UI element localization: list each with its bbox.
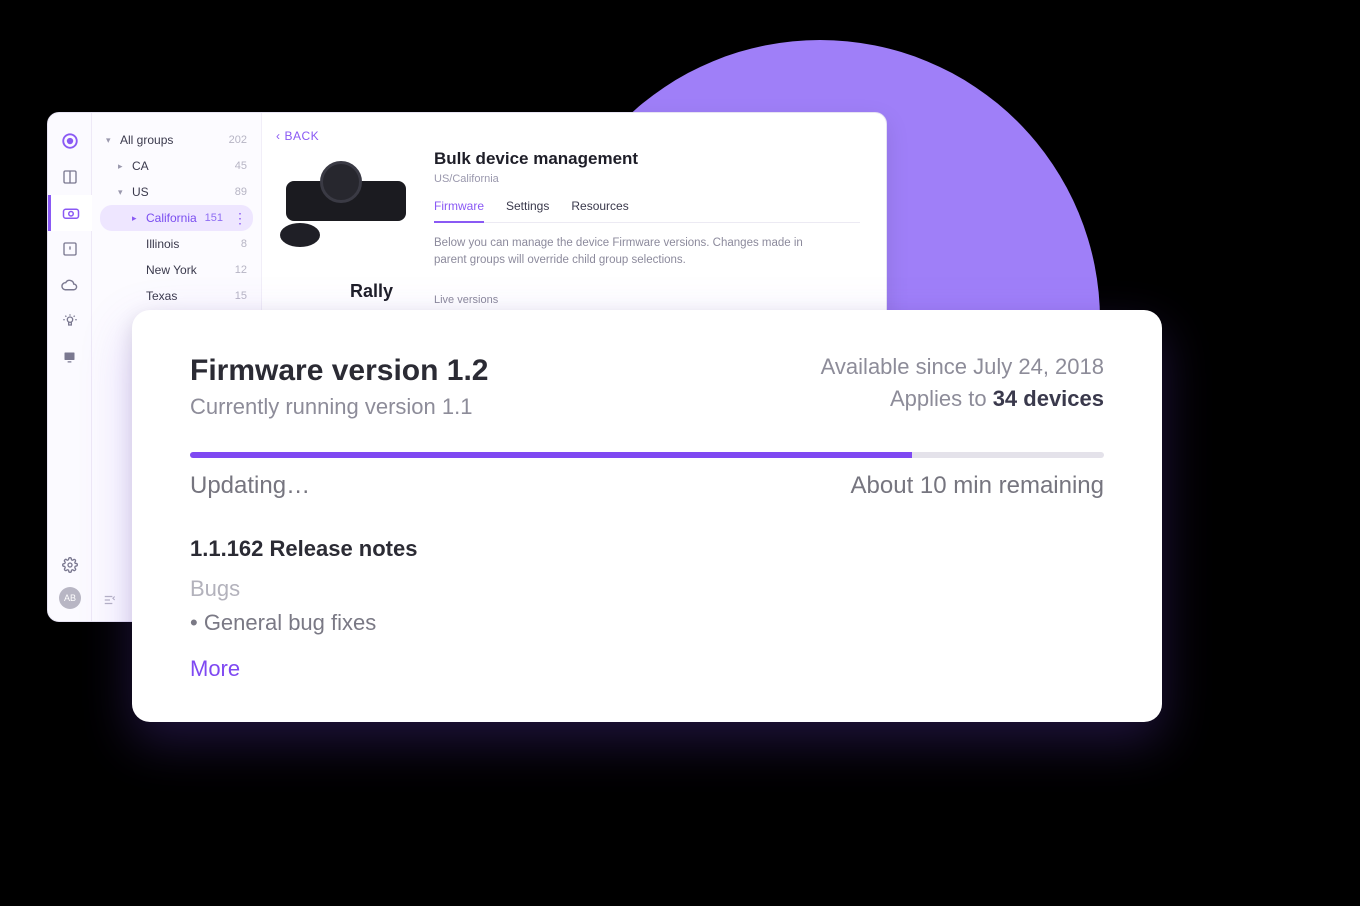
devices-icon[interactable] bbox=[48, 195, 92, 231]
updates-icon[interactable] bbox=[48, 231, 92, 267]
tree-label: US bbox=[132, 185, 229, 199]
device-image bbox=[276, 155, 416, 247]
back-button[interactable]: ‹ BACK bbox=[276, 129, 319, 143]
firmware-applies-to: Applies to 34 devices bbox=[821, 386, 1104, 412]
tree-count: 15 bbox=[235, 290, 247, 302]
tree-item-texas[interactable]: Texas 15 bbox=[100, 283, 253, 309]
caret-right-icon: ▸ bbox=[132, 213, 140, 224]
tree-label: California bbox=[146, 211, 199, 225]
tree-item-newyork[interactable]: New York 12 bbox=[100, 257, 253, 283]
tree-count: 89 bbox=[235, 186, 247, 198]
release-notes-bugs-heading: Bugs bbox=[190, 576, 1104, 602]
progress-bar bbox=[190, 452, 1104, 458]
breadcrumb: US/California bbox=[434, 173, 860, 185]
tree-item-illinois[interactable]: Illinois 8 bbox=[100, 231, 253, 257]
tree-label: Texas bbox=[146, 289, 229, 303]
tree-label: Illinois bbox=[146, 237, 235, 251]
progress-fill bbox=[190, 452, 912, 458]
tree-item-ca[interactable]: ▸ CA 45 bbox=[100, 153, 253, 179]
tab-description: Below you can manage the device Firmware… bbox=[434, 235, 834, 270]
tree-item-us[interactable]: ▾ US 89 bbox=[100, 179, 253, 205]
tree-label: CA bbox=[132, 159, 229, 173]
tree-count: 202 bbox=[229, 134, 247, 146]
caret-right-icon: ▸ bbox=[118, 161, 126, 172]
device-name: Rally bbox=[350, 281, 393, 302]
live-versions-label: Live versions bbox=[434, 294, 860, 306]
more-dots-icon[interactable]: ⋮ bbox=[229, 210, 247, 227]
tree-count: 45 bbox=[235, 160, 247, 172]
tab-firmware[interactable]: Firmware bbox=[434, 199, 484, 223]
chevron-left-icon: ‹ bbox=[276, 129, 281, 143]
firmware-available-since: Available since July 24, 2018 bbox=[821, 354, 1104, 380]
tabs: Firmware Settings Resources bbox=[434, 199, 860, 223]
user-avatar[interactable]: AB bbox=[59, 587, 81, 609]
tab-resources[interactable]: Resources bbox=[571, 199, 628, 222]
caret-down-icon: ▾ bbox=[106, 135, 114, 146]
back-label: BACK bbox=[285, 129, 320, 143]
insights-icon[interactable] bbox=[48, 303, 92, 339]
tree-footer-icon[interactable] bbox=[102, 593, 118, 607]
settings-icon[interactable] bbox=[48, 553, 92, 577]
rooms-icon[interactable] bbox=[48, 339, 92, 375]
icon-rail: AB bbox=[48, 113, 92, 621]
time-remaining: About 10 min remaining bbox=[851, 472, 1104, 500]
caret-down-icon: ▾ bbox=[118, 187, 126, 198]
release-notes-title: 1.1.162 Release notes bbox=[190, 536, 1104, 562]
tree-count: 8 bbox=[241, 238, 247, 250]
tree-label: New York bbox=[146, 263, 229, 277]
logo-icon[interactable] bbox=[48, 123, 92, 159]
update-status: Updating… bbox=[190, 472, 310, 500]
release-notes-item: • General bug fixes bbox=[190, 610, 1104, 636]
tree-all-groups[interactable]: ▾ All groups 202 bbox=[100, 127, 253, 153]
more-link[interactable]: More bbox=[190, 656, 240, 682]
tab-settings[interactable]: Settings bbox=[506, 199, 549, 222]
tree-item-california[interactable]: ▸ California 151 ⋮ bbox=[100, 205, 253, 231]
firmware-version-title: Firmware version 1.2 bbox=[190, 354, 488, 388]
firmware-card: Firmware version 1.2 Currently running v… bbox=[132, 310, 1162, 722]
firmware-current-version: Currently running version 1.1 bbox=[190, 394, 488, 420]
page-title: Bulk device management bbox=[434, 149, 860, 169]
tree-count: 151 bbox=[205, 212, 223, 224]
tree-label: All groups bbox=[120, 133, 223, 147]
cloud-icon[interactable] bbox=[48, 267, 92, 303]
tree-count: 12 bbox=[235, 264, 247, 276]
dashboard-icon[interactable] bbox=[48, 159, 92, 195]
